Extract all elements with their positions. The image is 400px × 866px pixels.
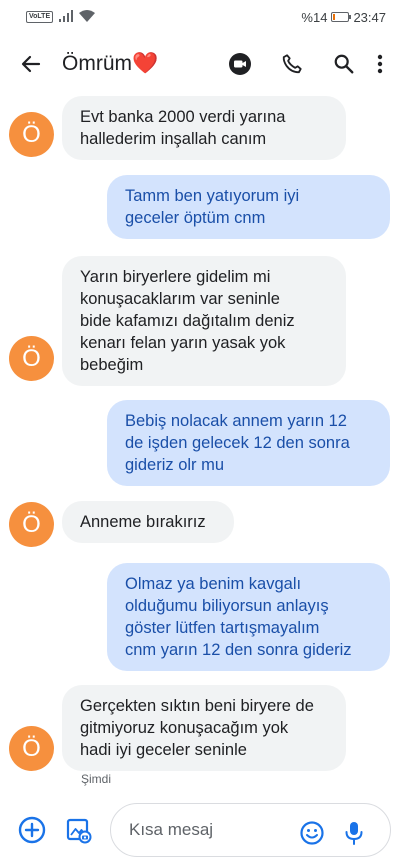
app-bar-actions bbox=[220, 44, 400, 84]
emoji-icon[interactable] bbox=[296, 817, 328, 849]
message-input[interactable] bbox=[129, 820, 289, 840]
message-bubble-outgoing[interactable]: Bebiş nolacak annem yarın 12 de işden ge… bbox=[107, 400, 390, 486]
back-arrow-icon[interactable] bbox=[19, 54, 43, 74]
contact-avatar[interactable]: Ö bbox=[9, 502, 54, 547]
signal-icon bbox=[59, 9, 74, 25]
message-bubble-incoming[interactable]: Evt banka 2000 verdi yarına hallederim i… bbox=[62, 96, 346, 160]
add-circle-icon[interactable] bbox=[16, 814, 48, 846]
gallery-icon[interactable] bbox=[62, 814, 94, 846]
wifi-icon bbox=[79, 9, 96, 25]
phone-icon[interactable] bbox=[272, 44, 312, 84]
status-time: 23:47 bbox=[353, 9, 386, 25]
contact-avatar[interactable]: Ö bbox=[9, 726, 54, 771]
contact-avatar[interactable]: Ö bbox=[9, 112, 54, 157]
message-bubble-incoming[interactable]: Anneme bırakırız bbox=[62, 501, 234, 543]
message-input-box[interactable] bbox=[110, 803, 391, 857]
battery-icon bbox=[331, 12, 352, 22]
app-bar: Ömrüm❤️ bbox=[0, 40, 400, 88]
status-bar: VoLTE %14 23:47 bbox=[0, 0, 400, 34]
search-icon[interactable] bbox=[324, 44, 364, 84]
message-bubble-incoming[interactable]: Yarın biryerlere gidelim mi konuşacaklar… bbox=[62, 256, 346, 386]
message-bubble-outgoing[interactable]: Tamm ben yatıyorum iyi geceler öptüm cnm bbox=[107, 175, 390, 239]
message-bubble-incoming[interactable]: Gerçekten sıktın beni biryere de gitmiyo… bbox=[62, 685, 346, 771]
volte-indicator: VoLTE bbox=[26, 11, 54, 23]
more-vert-icon[interactable] bbox=[368, 44, 392, 84]
message-timestamp: Şimdi bbox=[81, 772, 112, 786]
video-call-icon[interactable] bbox=[220, 44, 260, 84]
battery-percent: %14 bbox=[301, 9, 328, 25]
compose-bar bbox=[0, 800, 400, 860]
contact-avatar[interactable]: Ö bbox=[9, 336, 54, 381]
contact-name[interactable]: Ömrüm❤️ bbox=[62, 52, 158, 76]
battery-level bbox=[333, 14, 336, 20]
status-right: %14 23:47 bbox=[301, 10, 386, 25]
message-bubble-outgoing[interactable]: Olmaz ya benim kavgalı olduğumu biliyors… bbox=[107, 563, 390, 671]
mic-icon[interactable] bbox=[338, 817, 370, 849]
status-left: VoLTE bbox=[26, 9, 96, 25]
